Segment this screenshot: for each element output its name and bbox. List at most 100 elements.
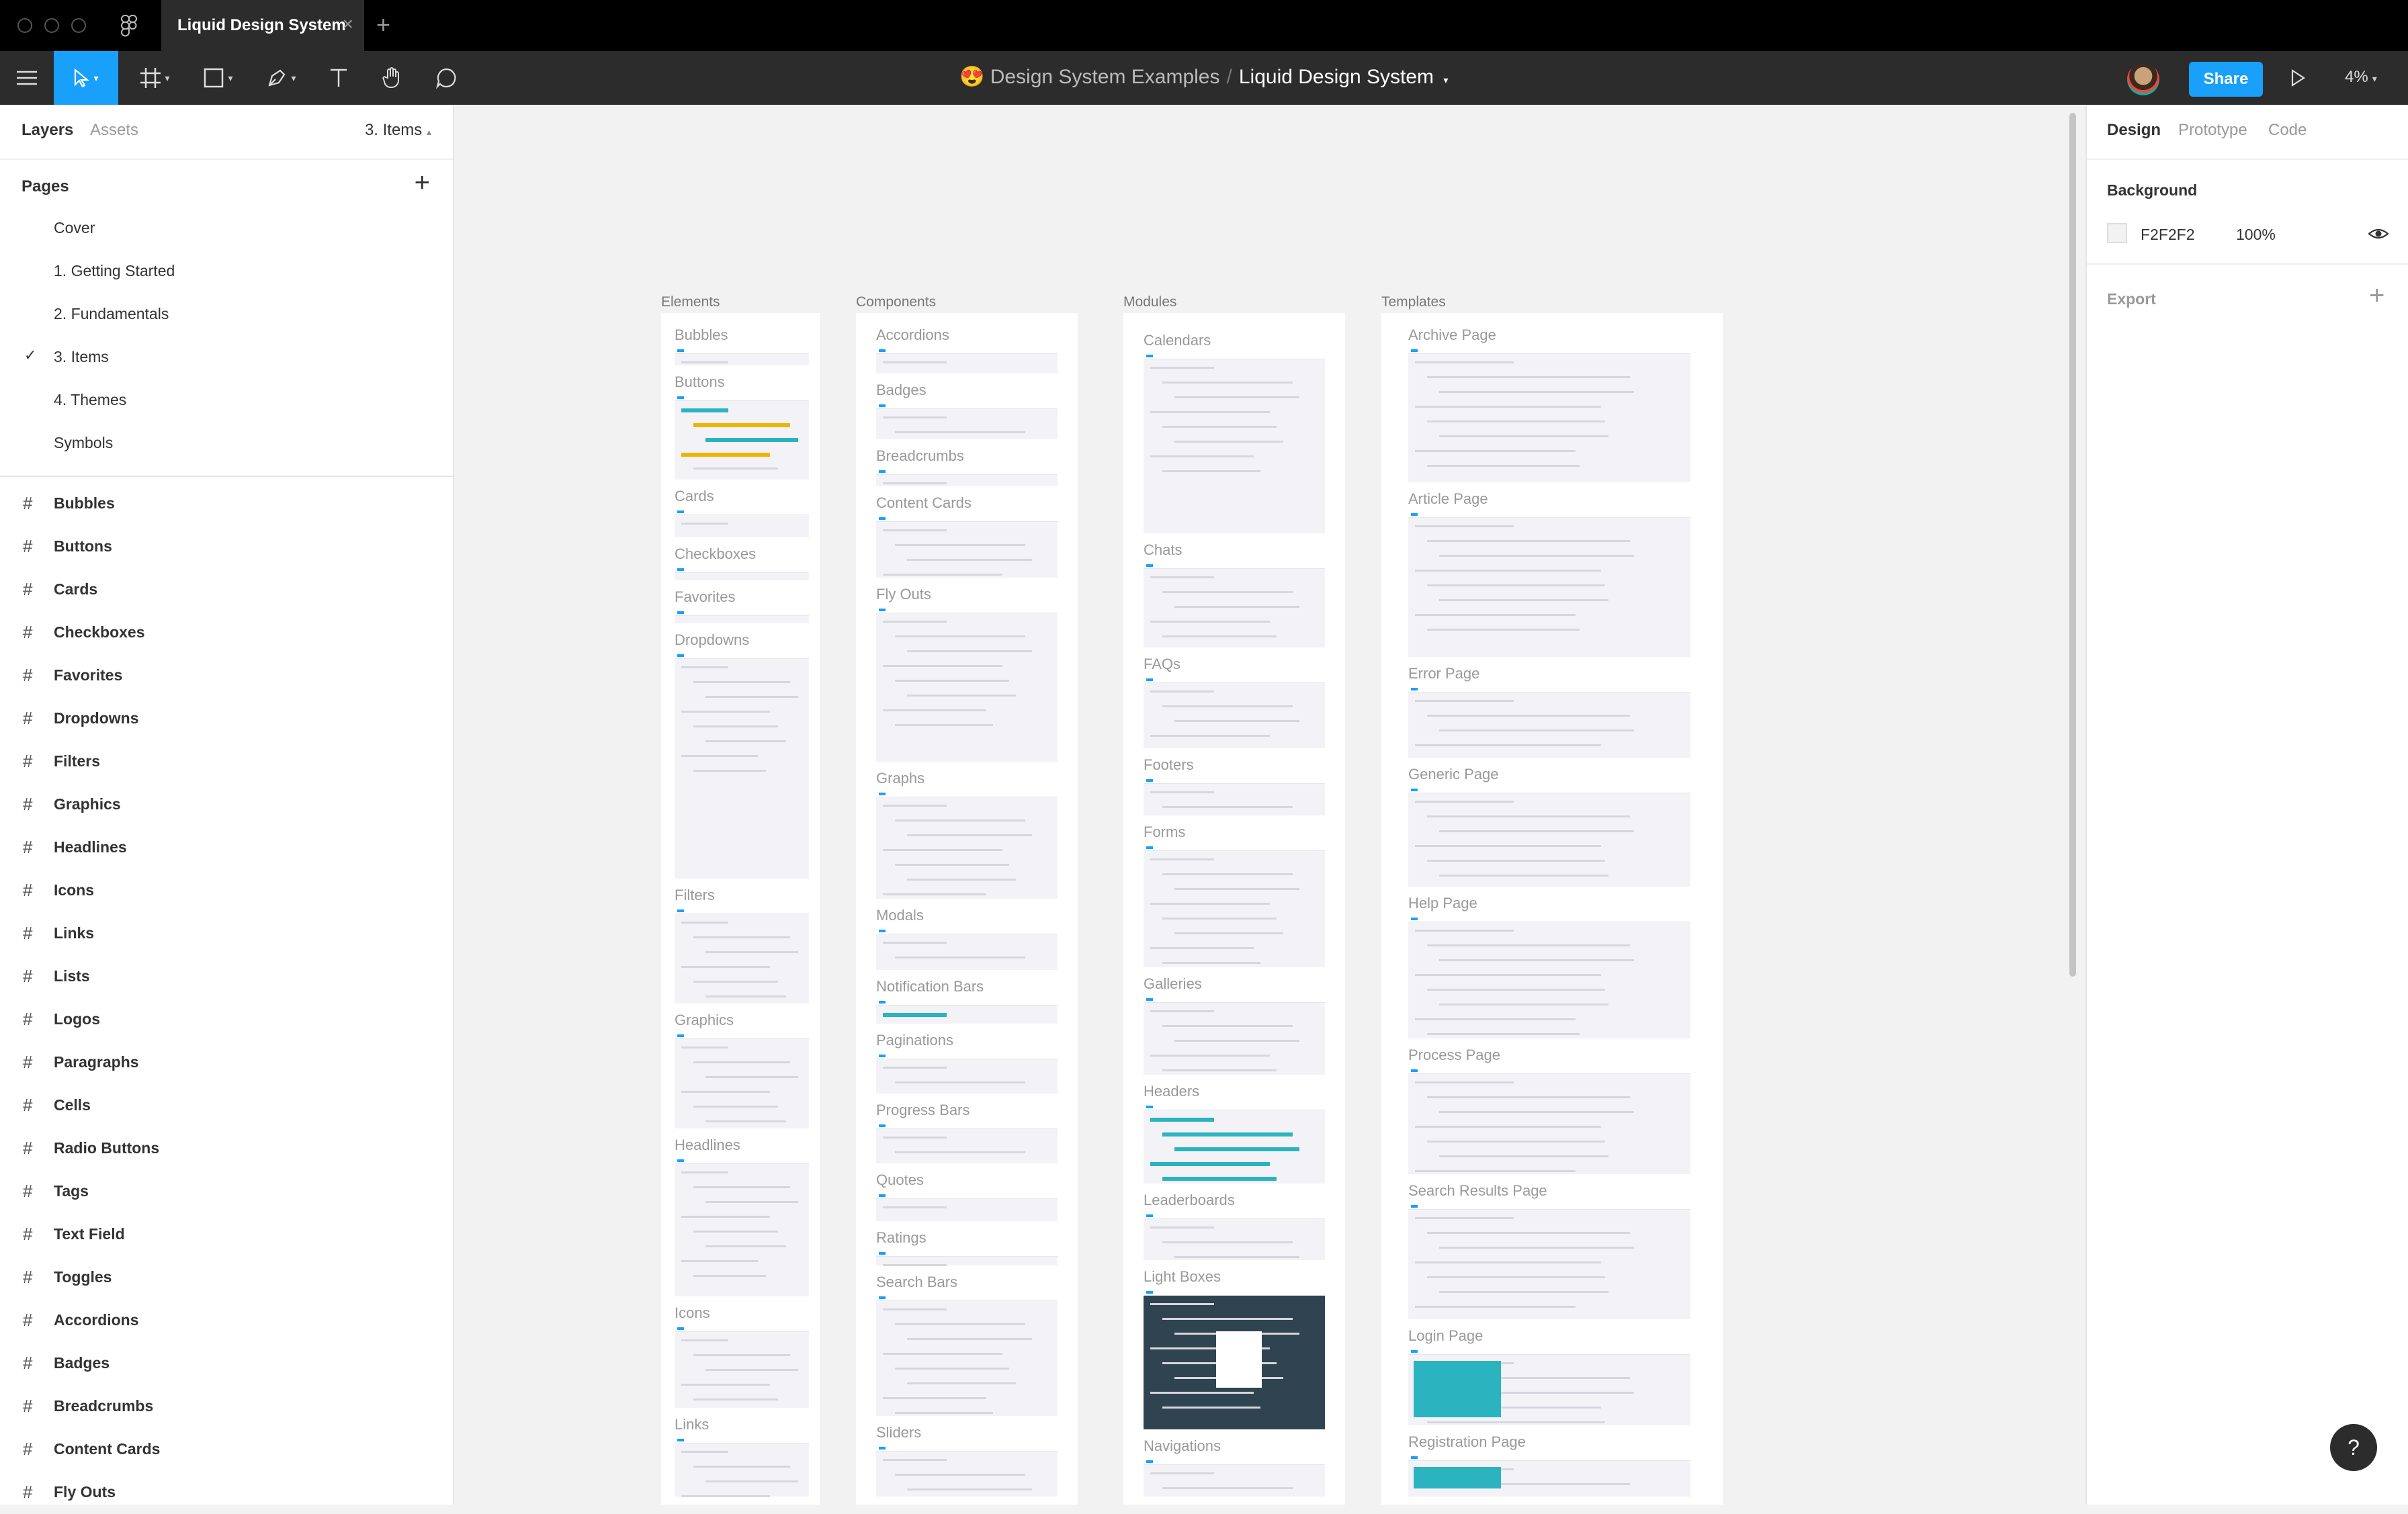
section-label[interactable]: Favorites xyxy=(675,588,735,606)
section-thumbnail[interactable] xyxy=(876,403,1058,439)
comment-tool-button[interactable] xyxy=(430,51,462,105)
section-thumbnail[interactable] xyxy=(876,1193,1058,1221)
section-label[interactable]: Icons xyxy=(675,1304,710,1322)
pen-tool-button[interactable]: ▾ xyxy=(258,51,305,105)
layer-item[interactable]: # Cells xyxy=(0,1084,453,1127)
section-label[interactable]: Checkboxes xyxy=(675,545,756,563)
layer-item[interactable]: # Favorites xyxy=(0,654,453,697)
section-label[interactable]: Navigations xyxy=(1144,1437,1221,1455)
section-thumbnail[interactable] xyxy=(1144,1290,1325,1429)
section-label[interactable]: Modals xyxy=(876,907,924,924)
layer-item[interactable]: # Checkboxes xyxy=(0,611,453,654)
page-item[interactable]: ✓ 3. Items xyxy=(0,336,453,379)
section-label[interactable]: Quotes xyxy=(876,1171,924,1189)
section-label[interactable]: Forms xyxy=(1144,823,1185,841)
move-tool-button[interactable]: ▾ xyxy=(54,51,118,105)
background-opacity-input[interactable]: 100% xyxy=(2236,226,2276,244)
layer-item[interactable]: # Dropdowns xyxy=(0,697,453,740)
section-thumbnail[interactable] xyxy=(876,999,1058,1024)
file-tab[interactable]: Liquid Design System × xyxy=(161,0,364,51)
section-thumbnail[interactable] xyxy=(1408,1349,1690,1425)
section-label[interactable]: Filters xyxy=(675,887,715,904)
section-label[interactable]: Cards xyxy=(675,488,714,505)
chevron-down-icon[interactable]: ▾ xyxy=(1443,75,1448,85)
section-thumbnail[interactable] xyxy=(876,791,1058,899)
section-label[interactable]: Content Cards xyxy=(876,494,972,512)
section-label[interactable]: Process Page xyxy=(1408,1047,1500,1064)
canvas[interactable]: Elements Bubbles Buttons Cards Checkboxes Fa… xyxy=(454,105,2086,1505)
page-item[interactable]: 2. Fundamentals xyxy=(0,293,453,336)
section-thumbnail[interactable] xyxy=(876,607,1058,762)
section-label[interactable]: Ratings xyxy=(876,1229,927,1247)
section-label[interactable]: Galleries xyxy=(1144,975,1202,993)
section-label[interactable]: Progress Bars xyxy=(876,1102,970,1119)
layer-item[interactable]: # Links xyxy=(0,912,453,955)
layer-item[interactable]: # Badges xyxy=(0,1342,453,1385)
section-thumbnail[interactable] xyxy=(675,567,809,580)
tab-design[interactable]: Design xyxy=(2107,121,2161,140)
section-thumbnail[interactable] xyxy=(876,348,1058,373)
layer-item[interactable]: # Breadcrumbs xyxy=(0,1385,453,1428)
section-thumbnail[interactable] xyxy=(1408,1204,1690,1319)
frame-label-modules[interactable]: Modules xyxy=(1123,294,1176,310)
page-item[interactable]: 1. Getting Started xyxy=(0,250,453,293)
layer-item[interactable]: # Bubbles xyxy=(0,482,453,525)
layer-item[interactable]: # Filters xyxy=(0,740,453,783)
share-button[interactable]: Share xyxy=(2189,62,2263,97)
section-thumbnail[interactable] xyxy=(876,516,1058,578)
section-thumbnail[interactable] xyxy=(876,1445,1058,1497)
tab-code[interactable]: Code xyxy=(2268,121,2307,140)
section-thumbnail[interactable] xyxy=(1144,778,1325,815)
layer-item[interactable]: # Cards xyxy=(0,568,453,611)
file-name-menu[interactable]: Liquid Design System xyxy=(1239,66,1434,88)
section-label[interactable]: Buttons xyxy=(675,373,725,391)
section-label[interactable]: Graphics xyxy=(675,1012,734,1029)
zoom-menu[interactable]: 4% ▾ xyxy=(2345,68,2377,87)
layer-item[interactable]: # Fly Outs xyxy=(0,1471,453,1514)
section-thumbnail[interactable] xyxy=(675,1158,809,1296)
layer-item[interactable]: # Toggles xyxy=(0,1256,453,1299)
project-link[interactable]: Design System Examples xyxy=(990,66,1220,88)
section-label[interactable]: Headlines xyxy=(675,1137,740,1154)
background-hex-input[interactable]: F2F2F2 xyxy=(2141,226,2195,244)
section-label[interactable]: Fly Outs xyxy=(876,586,931,603)
window-minimize-button[interactable] xyxy=(44,18,59,33)
page-switcher[interactable]: 3. Items ▴ xyxy=(365,121,431,140)
section-label[interactable]: Leaderboards xyxy=(1144,1192,1235,1209)
avatar[interactable] xyxy=(2127,63,2159,95)
section-label[interactable]: Footers xyxy=(1144,756,1194,774)
section-label[interactable]: Breadcrumbs xyxy=(876,447,964,465)
section-thumbnail[interactable] xyxy=(1408,787,1690,887)
section-label[interactable]: Registration Page xyxy=(1408,1433,1526,1451)
section-thumbnail[interactable] xyxy=(1408,348,1690,482)
section-label[interactable]: Accordions xyxy=(876,326,949,344)
section-label[interactable]: Paginations xyxy=(876,1032,953,1049)
section-label[interactable]: Headers xyxy=(1144,1083,1199,1100)
section-label[interactable]: Generic Page xyxy=(1408,766,1499,783)
tab-prototype[interactable]: Prototype xyxy=(2178,121,2247,140)
section-label[interactable]: Search Bars xyxy=(876,1274,957,1291)
section-thumbnail[interactable] xyxy=(1144,563,1325,648)
section-thumbnail[interactable] xyxy=(1408,1068,1690,1174)
section-thumbnail[interactable] xyxy=(1408,512,1690,657)
section-thumbnail[interactable] xyxy=(1144,845,1325,967)
layer-item[interactable]: # Icons xyxy=(0,869,453,912)
figma-logo-icon[interactable] xyxy=(121,15,137,38)
section-thumbnail[interactable] xyxy=(675,1033,809,1128)
section-thumbnail[interactable] xyxy=(1408,1455,1690,1497)
layer-item[interactable]: # Tags xyxy=(0,1170,453,1213)
section-thumbnail[interactable] xyxy=(1408,686,1690,758)
page-item[interactable]: Symbols xyxy=(0,422,453,465)
section-thumbnail[interactable] xyxy=(675,348,809,365)
section-thumbnail[interactable] xyxy=(1144,1213,1325,1260)
layer-item[interactable]: # Accordions xyxy=(0,1299,453,1342)
section-thumbnail[interactable] xyxy=(675,1437,809,1497)
section-label[interactable]: Badges xyxy=(876,382,927,399)
section-label[interactable]: Search Results Page xyxy=(1408,1182,1547,1200)
section-label[interactable]: Light Boxes xyxy=(1144,1268,1221,1286)
section-label[interactable]: Links xyxy=(675,1416,709,1433)
section-label[interactable]: Graphs xyxy=(876,770,924,787)
layer-item[interactable]: # Logos xyxy=(0,998,453,1041)
window-maximize-button[interactable] xyxy=(71,18,86,33)
section-label[interactable]: Help Page xyxy=(1408,895,1477,912)
